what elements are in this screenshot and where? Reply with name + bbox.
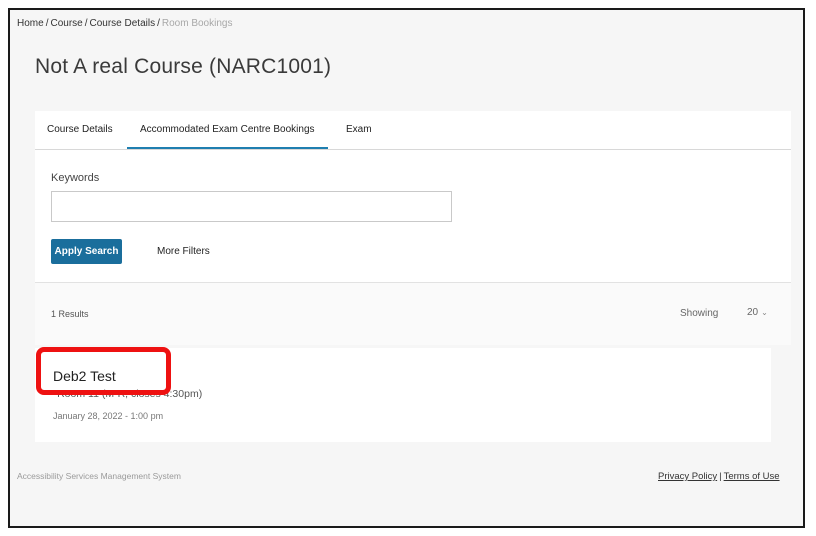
result-room: *Room 11 (M-R, closes 4:30pm) xyxy=(53,388,203,400)
result-card[interactable]: Deb2 Test *Room 11 (M-R, closes 4:30pm) … xyxy=(35,348,771,442)
footer-brand: Accessibility Services Management System xyxy=(17,471,181,481)
keywords-input[interactable] xyxy=(51,191,452,222)
breadcrumb-course[interactable]: Course xyxy=(50,18,82,29)
result-title[interactable]: Deb2 Test xyxy=(53,368,116,384)
privacy-policy-link[interactable]: Privacy Policy xyxy=(658,471,717,482)
chevron-down-icon: ⌄ xyxy=(761,308,768,317)
breadcrumb-separator: / xyxy=(84,18,88,29)
footer-links: Privacy Policy | Terms of Use xyxy=(658,471,780,482)
breadcrumb-course-details[interactable]: Course Details xyxy=(90,18,156,29)
tab-bar: Course Details Accommodated Exam Centre … xyxy=(35,111,791,150)
more-filters-button[interactable]: More Filters xyxy=(157,246,210,257)
terms-of-use-link[interactable]: Terms of Use xyxy=(724,471,780,482)
page-title: Not A real Course (NARC1001) xyxy=(35,55,332,78)
result-datetime: January 28, 2022 - 1:00 pm xyxy=(53,411,164,421)
page-size-value: 20 xyxy=(747,307,759,318)
tab-course-details[interactable]: Course Details xyxy=(47,111,113,149)
breadcrumb-home[interactable]: Home xyxy=(17,18,44,29)
results-count: 1 Results xyxy=(51,309,89,319)
tab-accommodated-exam-centre-bookings[interactable]: Accommodated Exam Centre Bookings xyxy=(127,111,328,149)
page-size-select[interactable]: 20 ⌄ xyxy=(747,307,768,318)
showing-label: Showing xyxy=(680,308,719,319)
breadcrumb: Home / Course / Course Details / Room Bookings xyxy=(17,18,232,29)
breadcrumb-current: Room Bookings xyxy=(161,18,233,29)
search-panel: Keywords Apply Search More Filters xyxy=(35,150,791,283)
results-header: 1 Results Showing 20 ⌄ xyxy=(35,283,791,345)
keywords-label: Keywords xyxy=(51,172,100,184)
tab-exam[interactable]: Exam xyxy=(346,111,372,149)
breadcrumb-separator: / xyxy=(157,18,160,29)
apply-search-button[interactable]: Apply Search xyxy=(51,239,122,264)
